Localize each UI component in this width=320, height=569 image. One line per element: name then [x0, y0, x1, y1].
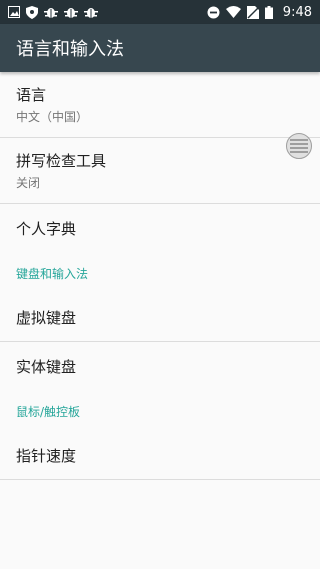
settings-list: 语言 中文（中国） 拼写检查工具 关闭 个人字典 键盘和输入法 虚拟键盘 实体键…	[0, 72, 320, 480]
floating-keyboard-icon[interactable]	[286, 133, 312, 159]
pref-summary: 关闭	[16, 176, 41, 190]
pref-virtual-keyboard[interactable]: 虚拟键盘	[0, 294, 320, 342]
status-time: 9:48	[282, 4, 312, 20]
shield-icon	[26, 5, 38, 19]
pref-title: 指针速度	[16, 447, 77, 465]
battery-icon	[264, 5, 273, 19]
category-mouse: 鼠标/触控板	[16, 404, 81, 419]
pref-title: 语言	[16, 86, 47, 104]
status-bar: 9:48	[0, 0, 320, 24]
pref-title: 虚拟键盘	[16, 309, 77, 327]
page-title: 语言和输入法	[16, 39, 124, 60]
pref-title: 实体键盘	[16, 357, 77, 376]
pref-title: 拼写检查工具	[16, 152, 107, 170]
pref-language[interactable]: 语言 中文（中国）	[0, 72, 320, 138]
status-left	[8, 5, 98, 19]
status-right: 9:48	[207, 5, 312, 20]
image-icon	[8, 6, 20, 18]
bug-icon	[84, 6, 98, 19]
no-sim-icon	[246, 5, 259, 19]
pref-summary: 中文（中国）	[16, 110, 89, 124]
pref-pointer-speed[interactable]: 指针速度	[0, 432, 320, 480]
bug-icon	[64, 6, 78, 19]
app-bar: 语言和输入法	[0, 24, 320, 72]
pref-personal-dictionary[interactable]: 个人字典	[0, 204, 320, 252]
bug-icon	[44, 6, 58, 19]
do-not-disturb-icon	[207, 6, 220, 19]
pref-spellcheck[interactable]: 拼写检查工具 关闭	[0, 138, 320, 204]
category-keyboard: 键盘和输入法	[16, 266, 89, 281]
pref-title: 个人字典	[16, 219, 77, 238]
pref-physical-keyboard[interactable]: 实体键盘	[0, 342, 320, 390]
wifi-icon	[225, 6, 241, 18]
